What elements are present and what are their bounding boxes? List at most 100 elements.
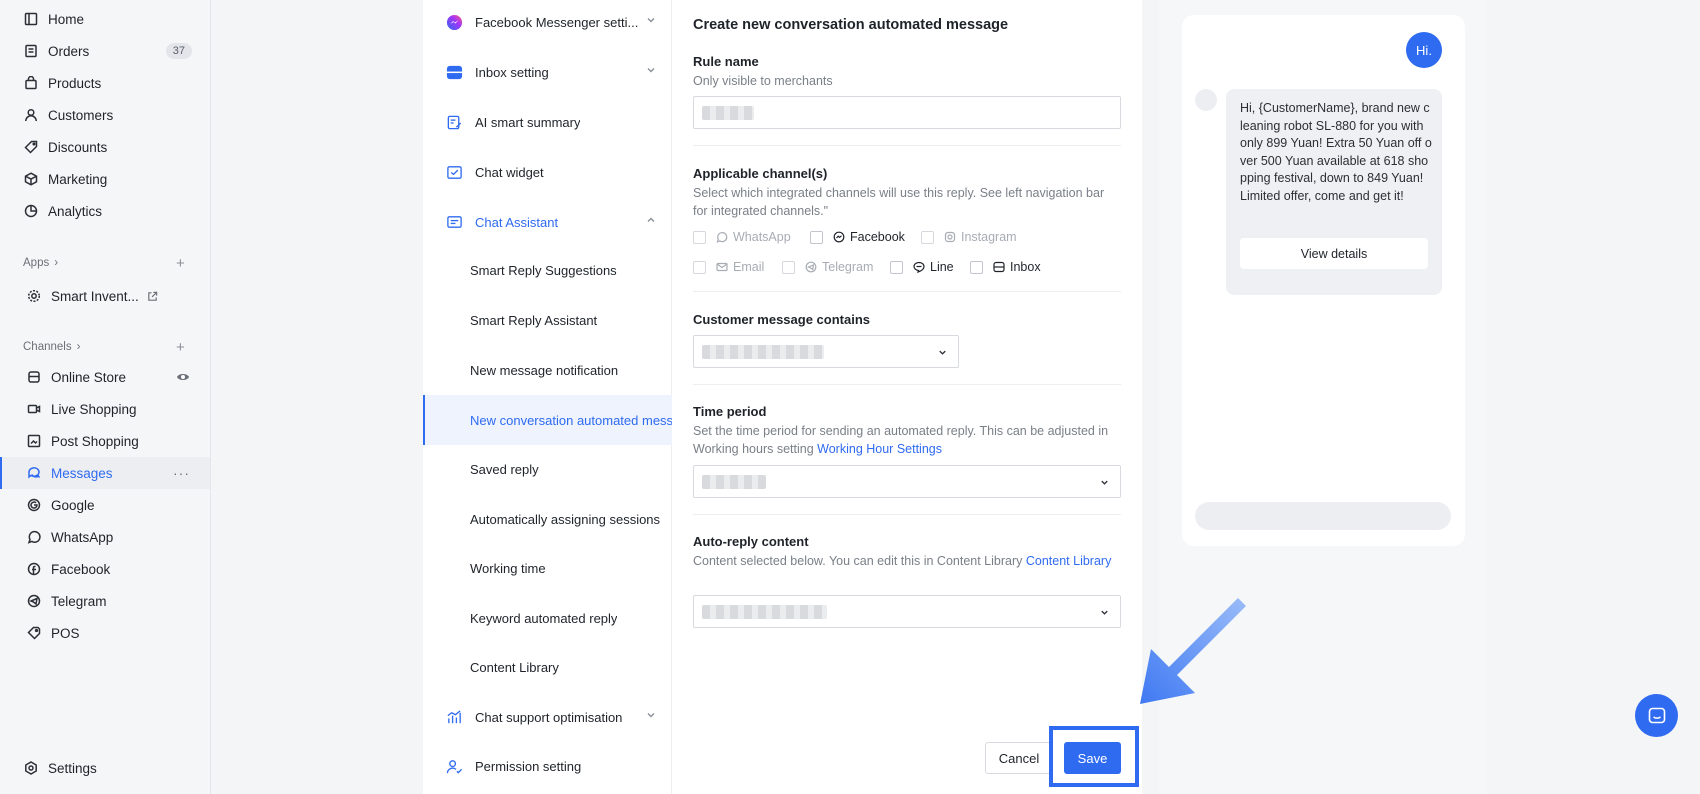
menu-inbox-setting[interactable]: Inbox setting [423, 47, 672, 97]
view-details-button[interactable]: View details [1240, 238, 1428, 269]
channel-label: WhatsApp [733, 230, 791, 244]
channel-whatsapp-checkbox[interactable]: WhatsApp [693, 230, 791, 244]
nav-item-marketing[interactable]: Marketing [0, 163, 210, 195]
menu-chat-support-optimisation[interactable]: Chat support optimisation [423, 692, 672, 742]
channel-telegram-checkbox[interactable]: Telegram [782, 260, 873, 274]
chat-widget-icon [446, 164, 463, 181]
channels-section-label: Channels [23, 341, 72, 353]
time-period-select[interactable] [693, 465, 1121, 498]
auto-reply-content-select[interactable] [693, 595, 1121, 628]
menu-label: Smart Reply Assistant [470, 312, 598, 328]
external-link-icon [147, 291, 158, 302]
orders-count-badge: 37 [165, 43, 192, 59]
pos-tag-icon [27, 626, 41, 640]
nav-label: Customers [48, 107, 114, 123]
inbox-icon [446, 64, 463, 81]
checkbox[interactable] [782, 260, 795, 274]
more-options-icon[interactable]: ··· [173, 465, 190, 481]
add-channel-icon[interactable]: + [176, 339, 185, 356]
nav-label: Messages [51, 465, 113, 481]
divider [693, 384, 1121, 385]
menu-smart-reply-assistant[interactable]: Smart Reply Assistant [423, 295, 672, 345]
menu-label: New message notification [470, 362, 619, 378]
menu-content-library[interactable]: Content Library [423, 642, 672, 692]
checkbox[interactable] [921, 230, 934, 244]
nav-item-facebook[interactable]: Facebook [0, 553, 210, 585]
channel-inbox-checkbox[interactable]: Inbox [970, 260, 1041, 274]
video-icon [27, 402, 41, 416]
menu-label: Saved reply [470, 461, 539, 477]
menu-chat-widget[interactable]: Chat widget [423, 147, 672, 197]
nav-label: Discounts [48, 139, 108, 155]
message-contains-select[interactable] [693, 335, 959, 368]
checkbox[interactable] [970, 260, 983, 274]
checkbox[interactable] [693, 260, 706, 274]
menu-label: Chat widget [475, 164, 544, 180]
nav-item-post-shopping[interactable]: Post Shopping [0, 425, 210, 457]
nav-label: Marketing [48, 171, 108, 187]
channel-email-checkbox[interactable]: Email [693, 260, 764, 274]
checkbox[interactable] [693, 230, 706, 244]
menu-permission-setting[interactable]: Permission setting [423, 741, 672, 791]
messenger-icon [446, 14, 463, 31]
whatsapp-icon [716, 231, 728, 243]
nav-item-customers[interactable]: Customers [0, 99, 210, 131]
nav-item-pos[interactable]: POS [0, 617, 210, 649]
nav-label: POS [51, 625, 80, 641]
channel-line-checkbox[interactable]: Line [890, 260, 954, 274]
menu-label: Working time [470, 560, 546, 576]
menu-ai-smart-summary[interactable]: AI smart summary [423, 97, 672, 147]
menu-label: Permission setting [475, 758, 582, 774]
nav-item-discounts[interactable]: Discounts [0, 131, 210, 163]
nav-item-online-store[interactable]: Online Store [0, 361, 210, 393]
menu-chat-assistant[interactable]: Chat Assistant [423, 197, 672, 247]
apps-section-header[interactable]: Apps › [23, 257, 58, 269]
nav-item-live-shopping[interactable]: Live Shopping [0, 393, 210, 425]
working-hour-settings-link[interactable]: Working Hour Settings [817, 442, 942, 456]
preview-input-bar [1195, 502, 1451, 530]
channel-facebook-checkbox[interactable]: Facebook [810, 230, 905, 244]
nav-item-products[interactable]: Products [0, 67, 210, 99]
nav-item-home[interactable]: Home [0, 3, 210, 35]
settings-icon [24, 761, 38, 775]
nav-item-settings[interactable]: Settings [0, 752, 210, 784]
chevron-down-icon [647, 18, 655, 23]
rule-name-label: Rule name [693, 54, 759, 69]
menu-new-message-notification[interactable]: New message notification [423, 345, 672, 395]
menu-saved-reply[interactable]: Saved reply [423, 444, 672, 494]
channel-instagram-checkbox[interactable]: Instagram [921, 230, 1017, 244]
nav-label: WhatsApp [51, 529, 114, 545]
menu-facebook-messenger-settings[interactable]: Facebook Messenger setti... [423, 0, 672, 47]
channels-help: Select which integrated channels will us… [693, 186, 1105, 218]
nav-item-smart-inventory[interactable]: Smart Invent... [0, 280, 210, 312]
channels-section-header[interactable]: Channels › [23, 341, 80, 353]
cancel-button[interactable]: Cancel [985, 742, 1053, 774]
chevron-down-icon [1101, 610, 1108, 615]
menu-working-time[interactable]: Working time [423, 543, 672, 593]
checkbox[interactable] [810, 230, 823, 244]
menu-keyword-automated-reply[interactable]: Keyword automated reply [423, 593, 672, 643]
nav-item-google[interactable]: Google [0, 489, 210, 521]
nav-item-analytics[interactable]: Analytics [0, 195, 210, 227]
nav-item-messages[interactable]: Messages ··· [0, 457, 210, 489]
nav-item-telegram[interactable]: Telegram [0, 585, 210, 617]
menu-new-conversation-automated-message[interactable]: New conversation automated message [423, 395, 672, 445]
menu-automatically-assigning-sessions[interactable]: Automatically assigning sessions [423, 494, 672, 544]
menu-smart-reply-suggestions[interactable]: Smart Reply Suggestions [423, 245, 672, 295]
chat-preview: Hi. Hi, {CustomerName}, brand new cleani… [1182, 15, 1465, 546]
nav-label: Online Store [51, 369, 127, 385]
checkbox[interactable] [890, 260, 903, 274]
rule-name-input[interactable] [693, 96, 1121, 129]
menu-label: Chat support optimisation [475, 709, 623, 725]
nav-item-whatsapp[interactable]: WhatsApp [0, 521, 210, 553]
redacted-value [702, 605, 827, 619]
nav-label: Smart Invent... [51, 288, 139, 304]
add-app-icon[interactable]: + [176, 255, 185, 272]
nav-item-orders[interactable]: Orders 37 [0, 35, 210, 67]
divider [693, 145, 1121, 146]
redacted-value [702, 106, 754, 120]
support-chat-button[interactable] [1635, 694, 1678, 737]
messages-settings-menu: Facebook Messenger setti... Inbox settin… [423, 0, 672, 794]
content-library-link[interactable]: Content Library [1026, 554, 1111, 568]
eye-icon[interactable] [176, 370, 190, 384]
